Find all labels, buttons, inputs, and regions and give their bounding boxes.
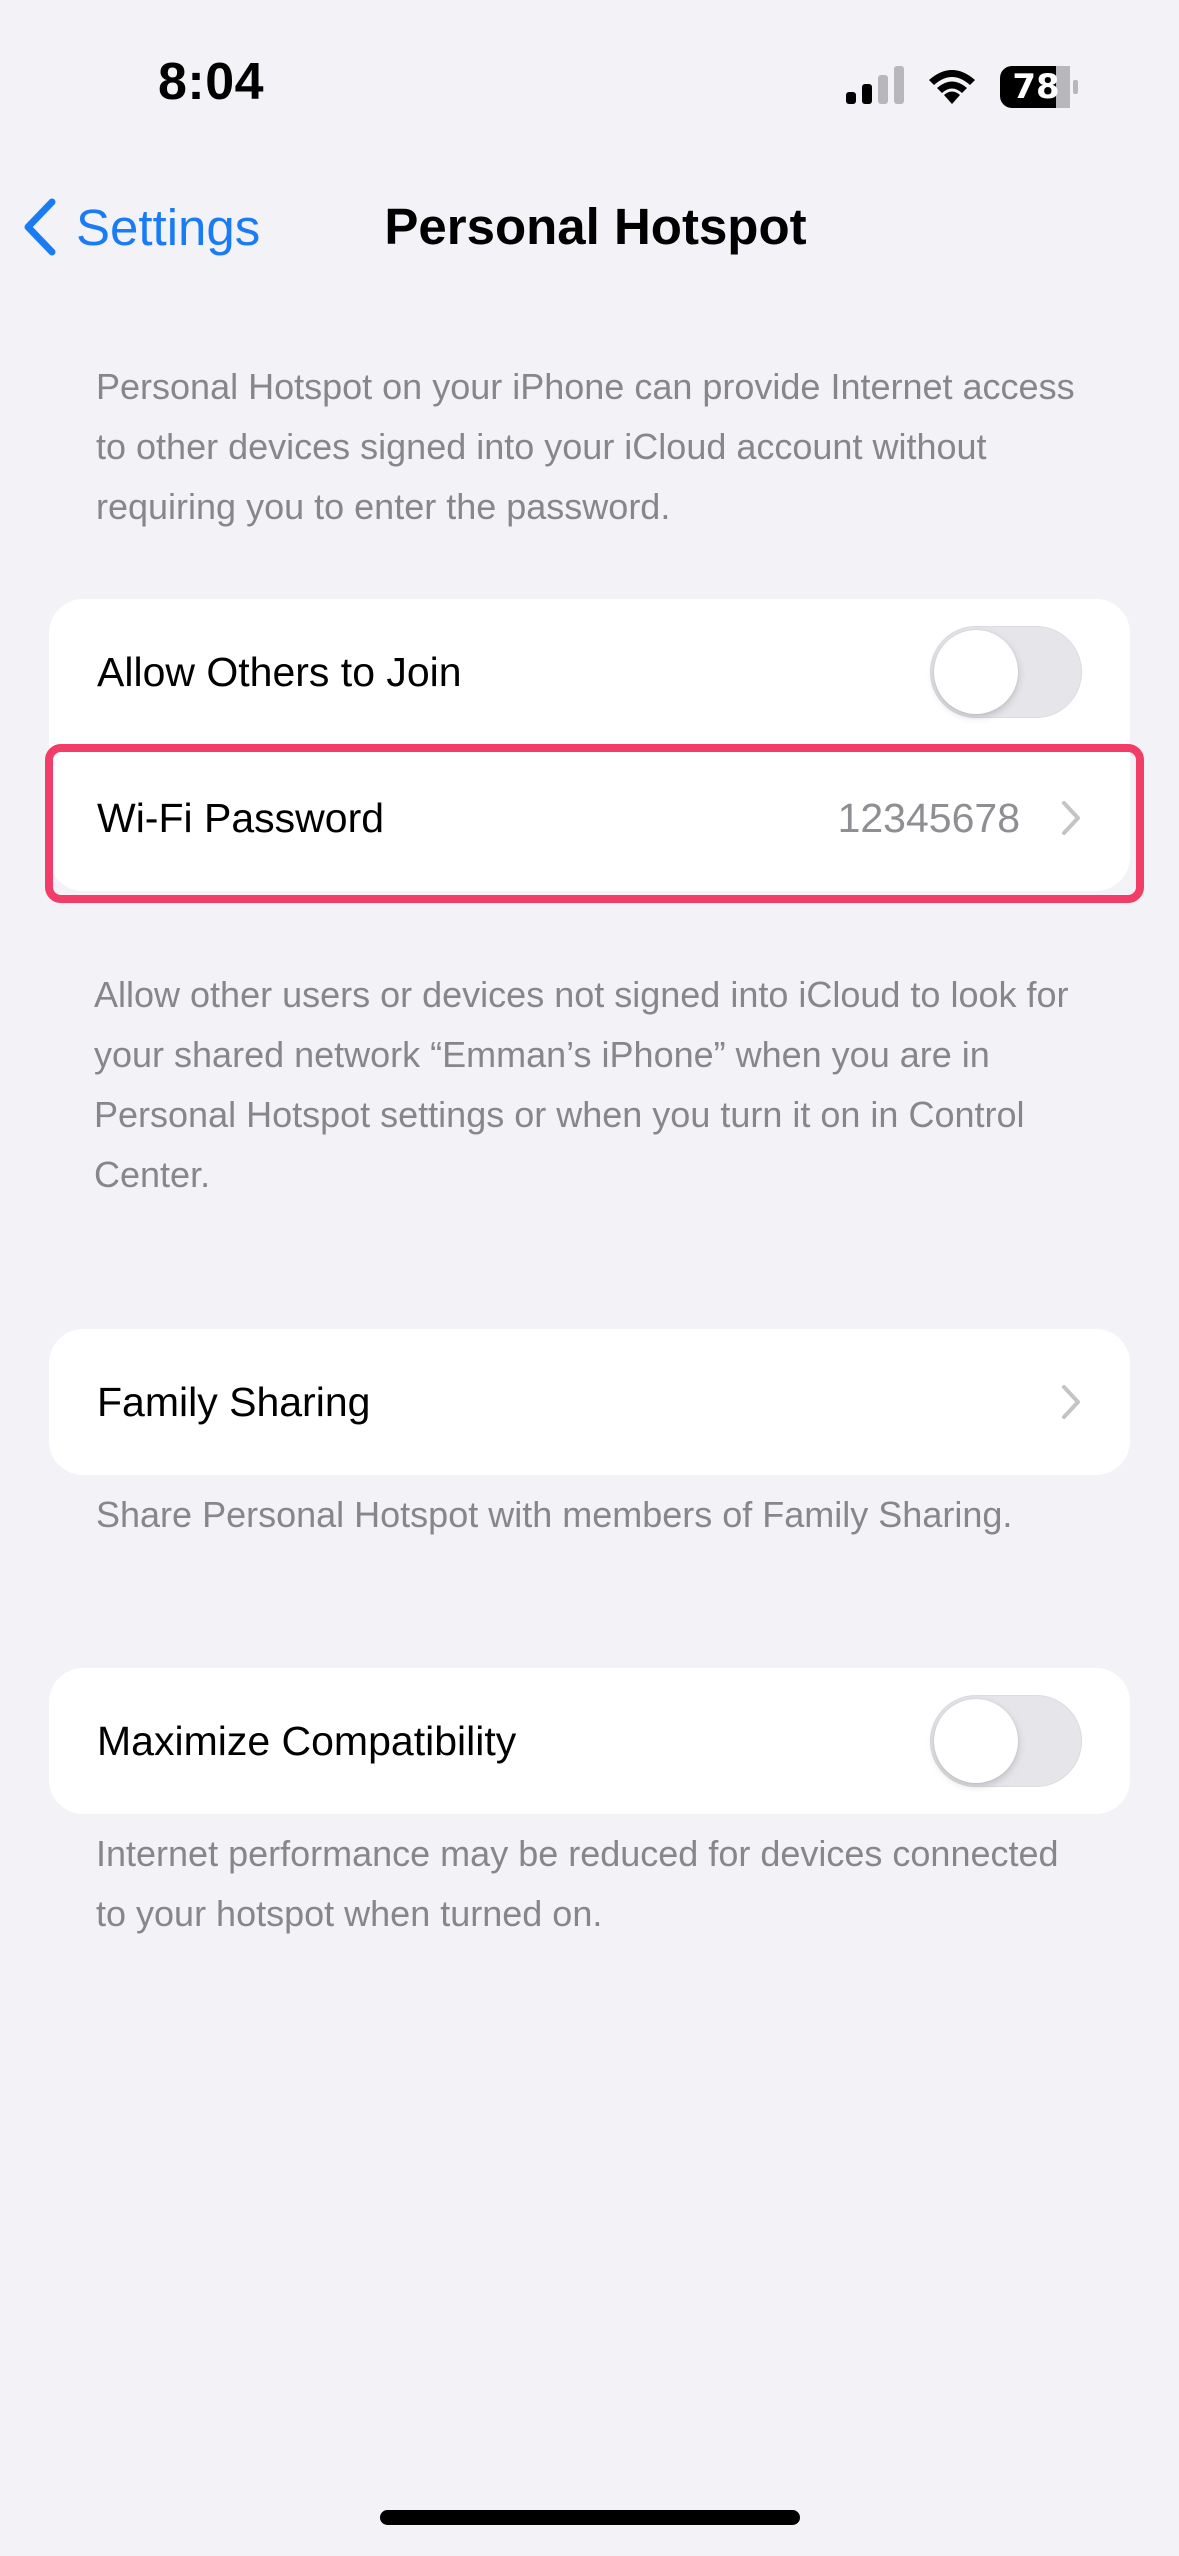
wifi-password-value: 12345678 — [837, 794, 1020, 841]
page-title: Personal Hotspot — [384, 198, 807, 255]
chevron-right-icon — [1062, 1385, 1080, 1419]
toggle-knob — [934, 630, 1018, 714]
intro-note: Personal Hotspot on your iPhone can prov… — [96, 366, 1075, 527]
hotspot-settings-group: Allow Others to Join Wi-Fi Password 1234… — [49, 599, 1130, 891]
wifi-icon — [929, 70, 975, 104]
allow-others-note: Allow other users or devices not signed … — [94, 974, 1069, 1195]
allow-others-toggle[interactable] — [930, 626, 1082, 718]
chevron-right-icon — [1062, 801, 1080, 835]
allow-others-label: Allow Others to Join — [97, 648, 462, 695]
signal-icon — [846, 66, 904, 104]
compatibility-group: Maximize Compatibility — [49, 1668, 1130, 1814]
maximize-compatibility-row: Maximize Compatibility — [49, 1668, 1130, 1814]
wifi-password-label: Wi-Fi Password — [97, 794, 385, 841]
home-indicator[interactable] — [380, 2510, 800, 2525]
toggle-knob — [934, 1699, 1018, 1783]
allow-others-row: Allow Others to Join — [49, 599, 1130, 745]
maximize-compatibility-label: Maximize Compatibility — [97, 1717, 517, 1764]
family-sharing-note: Share Personal Hotspot with members of F… — [96, 1494, 1013, 1535]
family-sharing-group: Family Sharing — [49, 1329, 1130, 1475]
family-sharing-label: Family Sharing — [97, 1378, 371, 1425]
wifi-password-row[interactable]: Wi-Fi Password 12345678 — [49, 745, 1130, 891]
family-sharing-row[interactable]: Family Sharing — [49, 1329, 1130, 1475]
maximize-compatibility-toggle[interactable] — [930, 1695, 1082, 1787]
battery-icon: 78 — [998, 64, 1080, 110]
compatibility-note: Internet performance may be reduced for … — [96, 1833, 1059, 1934]
status-time: 8:04 — [158, 53, 265, 111]
battery-level: 78 — [1012, 67, 1060, 107]
